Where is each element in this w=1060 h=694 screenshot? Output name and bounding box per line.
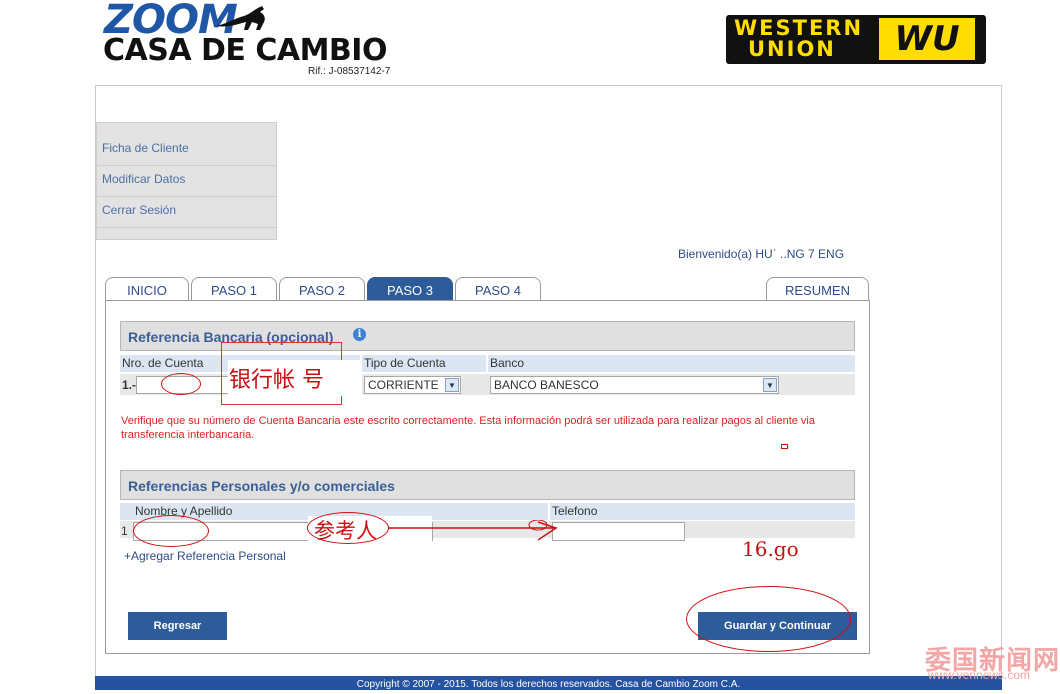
casa-de-cambio-logo-text: CASA DE CAMBIO bbox=[103, 33, 387, 68]
tab-resumen[interactable]: RESUMEN bbox=[766, 277, 869, 301]
save-ellipse-annotation bbox=[686, 586, 851, 652]
watermark-url: www.vennews.com bbox=[928, 668, 1031, 682]
reference-annotation: 参考人 bbox=[314, 519, 377, 543]
bank-value: BANCO BANESCO bbox=[494, 378, 599, 392]
western-union-text: WESTERN UNION bbox=[734, 18, 863, 60]
wu-line1: WESTERN bbox=[734, 16, 864, 40]
chevron-down-icon: ▼ bbox=[763, 378, 777, 392]
account-warning-text: Verifique que su número de Cuenta Bancar… bbox=[121, 415, 815, 441]
sidebar-item-ficha-cliente[interactable]: Ficha de Cliente bbox=[96, 135, 277, 166]
wu-line2: UNION bbox=[748, 37, 836, 61]
col-header-type: Tipo de Cuenta bbox=[362, 355, 486, 372]
col-header-phone: Telefono bbox=[550, 503, 855, 520]
bank-select[interactable]: BANCO BANESCO ▼ bbox=[490, 376, 779, 394]
account-type-value: CORRIENTE bbox=[368, 378, 439, 392]
tab-paso-4[interactable]: PASO 4 bbox=[455, 277, 541, 301]
sidebar-item-cerrar-sesion[interactable]: Cerrar Sesión bbox=[96, 197, 277, 228]
tab-paso-3[interactable]: PASO 3 bbox=[367, 277, 453, 301]
reference-row-index: 1 bbox=[121, 524, 128, 538]
copyright-footer: Copyright © 2007 - 2015. Todos los derec… bbox=[95, 676, 1002, 690]
add-reference-link[interactable]: +Agregar Referencia Personal bbox=[124, 549, 286, 563]
info-icon[interactable]: i bbox=[353, 328, 366, 341]
col-header-bank: Banco bbox=[488, 355, 855, 372]
chevron-down-icon: ▼ bbox=[445, 378, 459, 392]
references-section-title: Referencias Personales y/o comerciales bbox=[128, 478, 395, 494]
tab-paso-2[interactable]: PASO 2 bbox=[279, 277, 365, 301]
stray-mark bbox=[781, 444, 788, 449]
arrow-annotation bbox=[388, 520, 558, 541]
name-ellipse-annotation bbox=[133, 515, 209, 547]
account-ellipse-annotation bbox=[161, 373, 201, 395]
bank-account-annotation: 银行帐 号 bbox=[229, 368, 324, 393]
annotation-16go: 16.go bbox=[742, 537, 799, 561]
reference-phone-input[interactable] bbox=[552, 522, 685, 541]
tab-inicio[interactable]: INICIO bbox=[105, 277, 189, 301]
back-button[interactable]: Regresar bbox=[128, 612, 227, 640]
tab-paso-1[interactable]: PASO 1 bbox=[191, 277, 277, 301]
kangaroo-icon bbox=[216, 6, 265, 30]
account-type-select[interactable]: CORRIENTE ▼ bbox=[364, 376, 461, 394]
bank-row-index: 1.- bbox=[122, 378, 137, 392]
welcome-message: Bienvenido(a) HUˈ ..NG 7 ENG bbox=[678, 247, 845, 261]
references-section-header: Referencias Personales y/o comerciales bbox=[120, 470, 855, 500]
rif-number: Rif.: J-08537142-7 bbox=[308, 66, 391, 77]
sidebar-item-modificar-datos[interactable]: Modificar Datos bbox=[96, 166, 277, 197]
wu-badge: WU bbox=[879, 18, 975, 60]
